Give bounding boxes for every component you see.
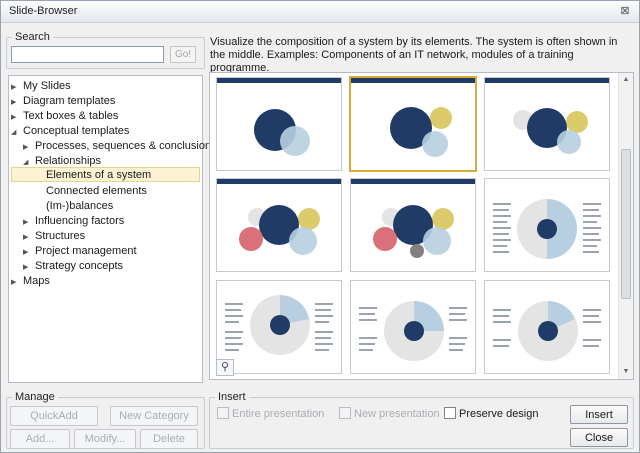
modify-button[interactable]: Modify... <box>74 429 136 449</box>
slide-thumbnail[interactable] <box>216 178 342 272</box>
expand-arrow-icon[interactable]: ▶ <box>23 230 35 245</box>
gallery-scrollbar[interactable]: ▲ ▼ <box>618 73 633 379</box>
entire-presentation-checkbox[interactable]: Entire presentation <box>217 407 324 421</box>
title-bar: Slide-Browser ⊠ <box>1 1 639 23</box>
slide-thumbnail[interactable] <box>484 178 610 272</box>
tree-item-processes[interactable]: ▶ Processes, sequences & conclusions <box>23 139 217 154</box>
preserve-design-checkbox[interactable]: Preserve design <box>444 407 539 421</box>
tree-item-label: Diagram templates <box>23 95 116 107</box>
checkbox-label: Entire presentation <box>232 408 325 420</box>
slide-browser-window: Slide-Browser ⊠ Search Go! ▶ My Slides ▶ D… <box>0 0 640 453</box>
slide-diagram <box>239 205 320 255</box>
slide-header-band <box>485 78 609 83</box>
tree-item-project-management[interactable]: ▶ Project management <box>23 244 137 259</box>
scroll-up-icon[interactable]: ▲ <box>619 73 633 87</box>
slide-header-band <box>217 179 341 184</box>
tree-item-label: Influencing factors <box>35 215 125 227</box>
insert-legend: Insert <box>218 391 246 403</box>
collapse-arrow-icon[interactable]: ◢ <box>11 125 23 140</box>
slide-diagram <box>359 301 467 361</box>
tree-item-label: Processes, sequences & conclusions <box>35 140 217 152</box>
slide-diagram <box>373 205 454 258</box>
checkbox-box[interactable] <box>339 407 351 419</box>
tree-item-strategy-concepts[interactable]: ▶ Strategy concepts <box>23 259 123 274</box>
slide-diagram <box>225 295 333 355</box>
tree-item-label: Text boxes & tables <box>23 110 119 122</box>
slide-header-band <box>351 78 475 83</box>
slide-thumbnail[interactable] <box>216 77 342 171</box>
checkbox-label: Preserve design <box>459 408 539 420</box>
slide-thumbnail[interactable] <box>350 280 476 374</box>
slide-thumbnail[interactable] <box>484 77 610 171</box>
zoom-icon[interactable]: ⚲ <box>216 359 234 376</box>
add-button[interactable]: Add... <box>10 429 70 449</box>
tree-item-label: Elements of a system <box>46 169 152 181</box>
tree-item-conceptual-templates[interactable]: ◢ Conceptual templates <box>11 124 129 139</box>
expand-arrow-icon[interactable]: ▶ <box>11 110 23 125</box>
expand-arrow-icon[interactable]: ▶ <box>23 260 35 275</box>
expand-arrow-icon[interactable]: ▶ <box>11 95 23 110</box>
slide-diagram <box>390 107 452 157</box>
expand-arrow-icon[interactable]: ▶ <box>11 80 23 95</box>
tree-item-label: (Im-)balances <box>46 200 114 212</box>
slide-thumbnail[interactable] <box>216 280 342 374</box>
slide-diagram <box>493 301 601 361</box>
expand-arrow-icon[interactable]: ▶ <box>23 140 35 155</box>
slide-thumbnail[interactable] <box>350 178 476 272</box>
checkbox-label: New presentation <box>354 408 440 420</box>
scrollbar-thumb[interactable] <box>621 149 631 299</box>
slide-thumbnail[interactable] <box>484 280 610 374</box>
search-input[interactable] <box>11 46 164 63</box>
delete-button[interactable]: Delete <box>140 429 198 449</box>
tree-item-diagram-templates[interactable]: ▶ Diagram templates <box>11 94 115 109</box>
tree-item-structures[interactable]: ▶ Structures <box>23 229 85 244</box>
tree-item-label: Conceptual templates <box>23 125 130 137</box>
slide-diagram <box>493 199 601 259</box>
tree-item-label: Relationships <box>35 155 102 167</box>
tree-item-label: Project management <box>35 245 137 257</box>
tree-item-elements-of-a-system[interactable]: Elements of a system <box>11 167 200 182</box>
close-window-icon[interactable]: ⊠ <box>617 4 633 19</box>
tree-item-label: Connected elements <box>46 185 147 197</box>
new-presentation-checkbox[interactable]: New presentation <box>339 407 440 421</box>
manage-legend: Manage <box>15 391 55 403</box>
slide-header-band <box>217 78 341 83</box>
expand-arrow-icon[interactable]: ▶ <box>23 215 35 230</box>
quickadd-button[interactable]: QuickAdd <box>10 406 98 426</box>
slide-gallery[interactable]: ⚲ ▲ ▼ <box>209 72 634 380</box>
tree-item-label: My Slides <box>23 80 71 92</box>
slide-diagram <box>513 108 588 154</box>
slide-thumbnail-selected[interactable] <box>349 76 477 172</box>
slide-diagram <box>254 109 310 156</box>
tree-item-influencing-factors[interactable]: ▶ Influencing factors <box>23 214 124 229</box>
scroll-down-icon[interactable]: ▼ <box>619 365 633 379</box>
tree-item-label: Maps <box>23 275 50 287</box>
tree-item-text-boxes-tables[interactable]: ▶ Text boxes & tables <box>11 109 118 124</box>
expand-arrow-icon[interactable]: ▶ <box>11 275 23 290</box>
tree-item-connected-elements[interactable]: Connected elements <box>46 184 147 199</box>
category-tree[interactable]: ▶ My Slides ▶ Diagram templates ▶ Text boxe… <box>8 75 217 383</box>
close-button[interactable]: Close <box>570 428 628 447</box>
checkbox-box[interactable] <box>444 407 456 419</box>
insert-button[interactable]: Insert <box>570 405 628 424</box>
tree-item-label: Strategy concepts <box>35 260 124 272</box>
new-category-button[interactable]: New Category <box>110 406 198 426</box>
tree-item-my-slides[interactable]: ▶ My Slides <box>11 79 71 94</box>
tree-item-label: Structures <box>35 230 86 242</box>
slide-header-band <box>351 179 475 184</box>
go-button[interactable]: Go! <box>170 46 196 63</box>
expand-arrow-icon[interactable]: ▶ <box>23 245 35 260</box>
template-description: Visualize the composition of a system by… <box>210 36 618 74</box>
tree-item-maps[interactable]: ▶ Maps <box>11 274 50 289</box>
window-title: Slide-Browser <box>9 5 78 17</box>
checkbox-box[interactable] <box>217 407 229 419</box>
search-legend: Search <box>15 31 50 43</box>
tree-item-imbalances[interactable]: (Im-)balances <box>46 199 113 214</box>
